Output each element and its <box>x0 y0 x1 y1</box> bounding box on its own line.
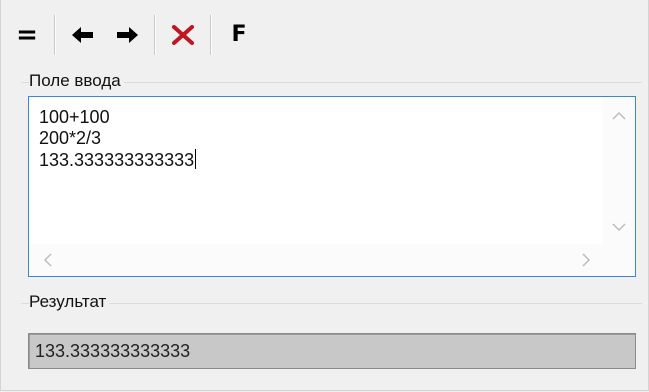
calculator-window: = F Поле ввода 100+100 200*2/3 133.33333… <box>0 0 649 391</box>
toolbar-separator <box>154 15 156 55</box>
horizontal-scrollbar[interactable] <box>29 244 603 276</box>
scroll-left-icon[interactable] <box>43 253 53 267</box>
equals-button[interactable]: = <box>9 15 45 55</box>
result-value: 133.333333333333 <box>35 341 191 361</box>
input-line: 200*2/3 <box>39 128 102 148</box>
scroll-down-icon[interactable] <box>612 222 626 232</box>
close-icon <box>172 25 194 45</box>
forward-button[interactable] <box>109 15 145 55</box>
input-line-current: 133.333333333333 <box>39 149 197 171</box>
input-group-label: Поле ввода <box>29 71 124 91</box>
clear-button[interactable] <box>165 15 201 55</box>
toolbar-separator <box>54 15 56 55</box>
input-text: 100+100 200*2/3 133.333333333333 <box>39 107 197 171</box>
toolbar-separator <box>210 15 212 55</box>
result-group-label: Результат <box>29 292 110 312</box>
toolbar: = F <box>9 10 257 60</box>
input-line: 100+100 <box>39 107 110 127</box>
back-button[interactable] <box>65 15 101 55</box>
arrow-left-icon <box>72 27 93 43</box>
scroll-up-icon[interactable] <box>612 111 626 121</box>
scroll-corner <box>603 223 635 276</box>
arrow-right-icon <box>117 27 138 43</box>
scroll-right-icon[interactable] <box>581 253 591 267</box>
text-caret <box>195 149 197 169</box>
function-icon: F <box>231 22 247 47</box>
function-button[interactable]: F <box>221 15 257 55</box>
input-textarea[interactable]: 100+100 200*2/3 133.333333333333 <box>28 96 636 277</box>
input-line-text: 133.333333333333 <box>39 150 195 170</box>
equals-icon: = <box>16 20 38 50</box>
result-field: 133.333333333333 <box>28 333 636 369</box>
